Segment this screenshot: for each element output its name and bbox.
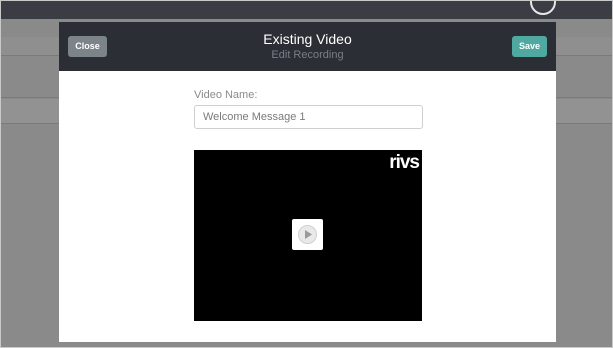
save-button[interactable]: Save (512, 36, 547, 57)
video-name-input[interactable] (194, 105, 423, 129)
edit-video-modal: Close Existing Video Edit Recording Save… (59, 22, 556, 342)
video-player[interactable]: rivs (194, 150, 422, 321)
avatar (530, 1, 556, 15)
modal-subtitle: Edit Recording (271, 49, 344, 61)
modal-title: Existing Video (263, 31, 352, 47)
app-window: Close Existing Video Edit Recording Save… (0, 0, 613, 348)
rivs-logo: rivs (389, 152, 420, 173)
play-icon (298, 225, 317, 244)
video-name-label: Video Name: (194, 89, 258, 101)
play-button[interactable] (292, 219, 323, 250)
modal-header: Close Existing Video Edit Recording Save (59, 22, 556, 71)
background-topbar (1, 1, 612, 19)
